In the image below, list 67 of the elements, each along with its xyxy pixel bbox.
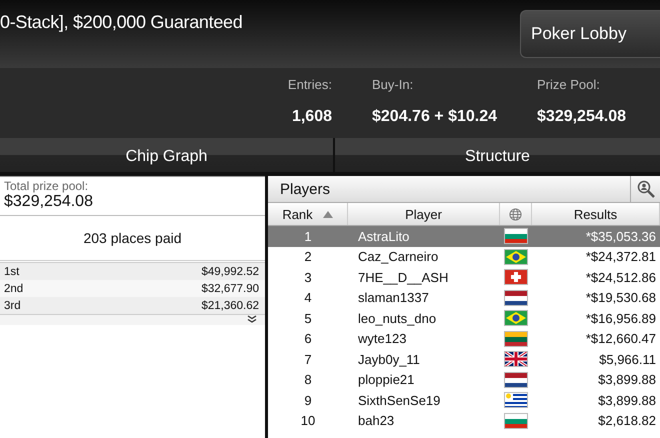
player-column-header[interactable]: Player (348, 203, 500, 225)
flag-icon (504, 392, 528, 408)
sort-ascending-icon (322, 210, 333, 218)
stat-value: $204.76 + $10.24 (372, 108, 498, 126)
player-name-cell-text: 7HE__D__ASH (357, 268, 450, 287)
result-cell-text: $5,966.11 (598, 350, 657, 369)
rank-column-header[interactable]: Rank (268, 203, 348, 225)
rank-cell-text: 7 (303, 350, 313, 369)
rank-cell-text: 5 (303, 310, 313, 328)
flag-icon (504, 351, 528, 368)
rank-cell-text: 10 (300, 412, 316, 430)
result-cell-text: *$24,512.86 (584, 268, 657, 287)
result-cell-text: *$19,530.68 (584, 289, 657, 308)
players-heading: Players (279, 180, 330, 198)
player-name-cell-text: Jayb0y_11 (357, 350, 421, 369)
player-name-cell-text: AstraLito (357, 228, 410, 246)
result-cell-text: $2,618.82 (597, 412, 657, 430)
globe-icon (509, 208, 522, 220)
player-name-cell-text: Caz_Carneiro (357, 248, 440, 266)
player-name-cell-text: bah23 (357, 412, 396, 430)
rank-cell-text: 6 (303, 330, 313, 348)
flag-icon (504, 290, 528, 306)
prize-place: 2nd (4, 282, 24, 294)
player-row[interactable]: 1 AstraLito *$35,053.36 (268, 226, 660, 246)
stat-label: Prize Pool: (537, 77, 600, 92)
stat-value: 1,608 (292, 108, 332, 126)
rank-cell-text: 9 (303, 392, 313, 410)
result-cell-text: *$12,660.47 (584, 330, 657, 348)
flag-icon (504, 269, 528, 286)
prize-amount: $32,677.90 (201, 282, 259, 294)
total-prize-label: Total prize pool: (4, 179, 90, 193)
prize-place: 3rd (4, 300, 21, 312)
rank-cell-text: 1 (303, 228, 313, 246)
result-cell-text: *$16,956.89 (584, 310, 657, 328)
result-cell-text: *$24,372.81 (584, 248, 657, 266)
rank-cell-text: 2 (303, 248, 313, 266)
player-name-cell-text: wyte123 (357, 330, 408, 348)
rank-cell-text: 4 (303, 289, 313, 308)
rank-cell-text: 8 (303, 371, 313, 390)
stat-label: Entries: (288, 77, 332, 92)
prize-place: 1st (4, 266, 20, 278)
player-name-cell-text: SixthSenSe19 (357, 392, 442, 410)
stat-label: Buy-In: (372, 77, 414, 92)
flag-icon (504, 310, 528, 326)
poker-lobby-button[interactable]: Poker Lobby (520, 10, 660, 58)
result-cell-text: $3,899.88 (597, 392, 657, 410)
tournament-title: 0-Stack], $200,000 Guaranteed (0, 12, 242, 33)
player-name-cell-text: slaman1337 (357, 289, 430, 308)
expand-chevron-icon[interactable] (247, 315, 257, 323)
result-cell-text: $3,899.88 (597, 371, 657, 390)
player-name-cell-text: leo_nuts_dno (357, 310, 438, 328)
player-name-cell-text: ploppie21 (357, 371, 416, 390)
stat-value: $329,254.08 (537, 108, 626, 126)
prize-amount: $21,360.62 (201, 300, 259, 312)
tab[interactable]: Structure (335, 138, 660, 172)
tab[interactable]: Chip Graph (0, 138, 333, 172)
prize-amount: $49,992.52 (201, 266, 259, 278)
total-prize-value: $329,254.08 (4, 193, 94, 211)
result-cell-text: *$35,053.36 (584, 228, 657, 246)
player-row[interactable]: 2 Caz_Carneiro *$24,372.81 (268, 246, 660, 267)
rank-cell-text: 3 (303, 268, 313, 287)
flag-icon (504, 372, 528, 388)
results-column-header[interactable]: Results (532, 203, 660, 225)
flag-icon (504, 228, 528, 244)
flag-icon (504, 412, 528, 429)
flag-icon (504, 248, 528, 265)
flag-icon (504, 330, 528, 347)
